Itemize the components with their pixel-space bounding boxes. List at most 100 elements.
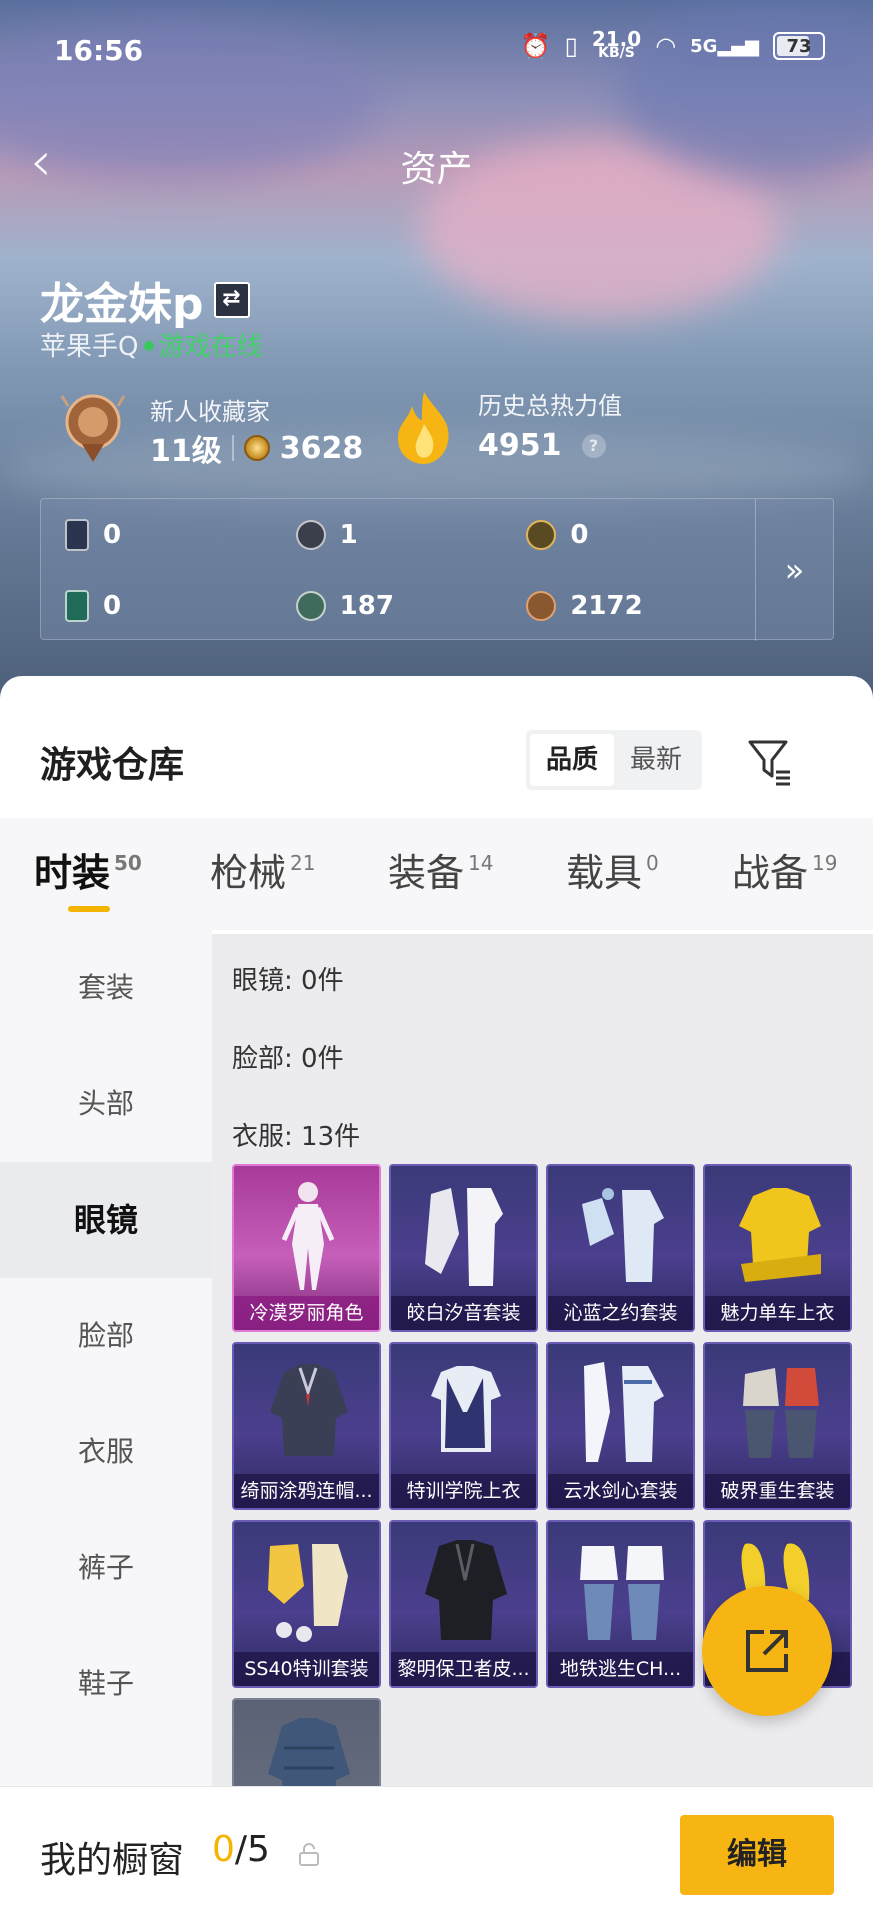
tab-underline bbox=[68, 906, 110, 912]
online-dot-icon bbox=[144, 341, 155, 351]
card-green-icon bbox=[65, 589, 89, 622]
currency-item: 0 bbox=[65, 499, 296, 570]
sort-newest-button[interactable]: 最新 bbox=[614, 734, 698, 786]
tab-vehicles[interactable]: 载具 0 bbox=[566, 842, 659, 897]
currency-value: 0 bbox=[570, 519, 589, 550]
vest-icon bbox=[431, 1366, 501, 1452]
silver-coin-icon bbox=[295, 519, 326, 550]
side-item-clothes[interactable]: 衣服 bbox=[0, 1394, 212, 1510]
outfit-icon bbox=[425, 1188, 503, 1286]
alarm-icon: ⏰ bbox=[520, 32, 551, 60]
currency-more-button[interactable]: » bbox=[755, 499, 833, 641]
sort-toggle: 品质 最新 bbox=[526, 730, 702, 790]
outfit-icon bbox=[582, 1188, 664, 1282]
outfit-icon bbox=[743, 1368, 819, 1458]
outfit-icon bbox=[268, 1544, 348, 1642]
tab-fashion[interactable]: 时装 50 bbox=[34, 842, 142, 897]
platform-label: 苹果手Q bbox=[40, 332, 139, 362]
side-item-pants[interactable]: 裤子 bbox=[0, 1510, 212, 1626]
currency-value: 0 bbox=[103, 590, 122, 621]
currency-item: 0 bbox=[65, 570, 296, 641]
net-speed: 21.0 KB/S bbox=[591, 27, 642, 61]
shirt-icon bbox=[739, 1188, 821, 1282]
tab-equipment[interactable]: 装备 14 bbox=[388, 842, 493, 897]
item-name: 绮丽涂鸦连帽... bbox=[234, 1474, 379, 1508]
status-bar: 16:56 ⏰ ▯ 21.0 KB/S ◠ 5G▂▄▆ 73 bbox=[0, 27, 873, 74]
item-card[interactable]: 绮丽涂鸦连帽... bbox=[232, 1342, 381, 1510]
item-name: 冷漠罗丽角色 bbox=[234, 1296, 379, 1330]
user-platform-status: 苹果手Q 游戏在线 bbox=[40, 326, 262, 363]
currency-item: 1 bbox=[295, 499, 527, 570]
item-name: 魅力单车上衣 bbox=[705, 1296, 850, 1330]
item-name: 破界重生套装 bbox=[705, 1474, 850, 1508]
currency-value: 2172 bbox=[570, 590, 643, 621]
outfit-icon bbox=[584, 1362, 664, 1462]
section-face: 脸部: 0件 bbox=[232, 1044, 344, 1074]
collector-medal-icon bbox=[60, 394, 126, 462]
gold-badge-icon bbox=[526, 519, 557, 550]
warehouse-title: 游戏仓库 bbox=[40, 745, 185, 786]
item-card[interactable]: 黎明保卫者皮... bbox=[389, 1520, 538, 1688]
item-card[interactable]: 冷漠罗丽角色 bbox=[232, 1164, 381, 1332]
currency-item: 187 bbox=[295, 570, 527, 641]
outfit-icon bbox=[580, 1546, 664, 1640]
item-card[interactable]: 地铁逃生CH... bbox=[546, 1520, 695, 1688]
share-button[interactable] bbox=[702, 1586, 832, 1716]
switch-account-icon[interactable]: ⇄ bbox=[213, 282, 250, 318]
item-card[interactable]: 沁蓝之约套装 bbox=[546, 1164, 695, 1332]
jacket-icon bbox=[425, 1540, 507, 1640]
currency-value: 187 bbox=[339, 590, 394, 621]
side-item-suit[interactable]: 套装 bbox=[0, 930, 212, 1046]
item-name: 皎白汐音套装 bbox=[391, 1296, 536, 1330]
collector-points: 3628 bbox=[279, 430, 364, 466]
section-clothes: 衣服: 13件 bbox=[232, 1122, 361, 1152]
card-dark-icon bbox=[65, 518, 89, 551]
hoodie-icon bbox=[270, 1364, 348, 1456]
category-tabs: 时装 50 枪械 21 装备 14 载具 0 战备 19 bbox=[0, 818, 873, 930]
item-name: 地铁逃生CH... bbox=[548, 1652, 693, 1686]
edit-button[interactable]: 编辑 bbox=[680, 1815, 834, 1895]
lock-icon bbox=[299, 1843, 319, 1866]
item-card[interactable]: 破界重生套装 bbox=[703, 1342, 852, 1510]
currency-panel: 0 1 0 0 187 2172 » bbox=[40, 498, 834, 641]
signal-icon: 5G▂▄▆ bbox=[690, 35, 759, 57]
item-name: 特训学院上衣 bbox=[391, 1474, 536, 1508]
item-name: 沁蓝之约套装 bbox=[548, 1296, 693, 1330]
help-icon[interactable]: ? bbox=[581, 433, 606, 458]
share-icon bbox=[746, 1630, 788, 1672]
tab-guns[interactable]: 枪械 21 bbox=[210, 842, 315, 897]
side-item-shoes[interactable]: 鞋子 bbox=[0, 1626, 212, 1742]
heat-value: 4951 bbox=[478, 428, 562, 463]
side-item-face[interactable]: 脸部 bbox=[0, 1278, 212, 1394]
item-card[interactable]: 皎白汐音套装 bbox=[389, 1164, 538, 1332]
bronze-coin-icon bbox=[526, 590, 557, 621]
battery-icon: 73 bbox=[773, 32, 825, 60]
status-time: 16:56 bbox=[54, 34, 144, 67]
item-card[interactable]: 特训学院上衣 bbox=[389, 1342, 538, 1510]
section-glasses: 眼镜: 0件 bbox=[232, 966, 344, 996]
item-card[interactable]: 云水剑心套装 bbox=[546, 1342, 695, 1510]
collector-level: 11级 bbox=[150, 434, 222, 469]
item-card[interactable]: 魅力单车上衣 bbox=[703, 1164, 852, 1332]
currency-item: 0 bbox=[526, 499, 757, 570]
side-item-glasses[interactable]: 眼镜 bbox=[0, 1162, 212, 1278]
side-item-head[interactable]: 头部 bbox=[0, 1046, 212, 1162]
side-menu: 套装 头部 眼镜 脸部 衣服 裤子 鞋子 bbox=[0, 930, 212, 1830]
collector-title: 新人收藏家 bbox=[150, 398, 270, 426]
currency-value: 1 bbox=[339, 519, 358, 550]
heat-value-row: 4951 ? bbox=[478, 428, 606, 463]
character-icon bbox=[281, 1182, 335, 1290]
sort-quality-button[interactable]: 品质 bbox=[530, 734, 614, 786]
tab-supplies[interactable]: 战备 19 bbox=[732, 842, 837, 897]
collector-stats: 11级 3628 bbox=[150, 426, 363, 470]
profile-hero: 16:56 ⏰ ▯ 21.0 KB/S ◠ 5G▂▄▆ 73 ‹ 资产 龙金妹p … bbox=[0, 0, 873, 720]
item-card[interactable]: SS40特训套装 bbox=[232, 1520, 381, 1688]
green-coin-icon bbox=[295, 590, 326, 621]
heat-title: 历史总热力值 bbox=[478, 392, 622, 420]
vibrate-icon: ▯ bbox=[564, 32, 578, 60]
currency-item: 2172 bbox=[526, 570, 757, 641]
filter-icon[interactable] bbox=[746, 736, 794, 786]
user-name: 龙金妹p ⇄ bbox=[40, 268, 250, 332]
warehouse-sheet: 游戏仓库 品质 最新 时装 50 枪械 21 装备 14 载具 0 战备 19 套装 头部… bbox=[0, 676, 873, 1920]
points-coin-icon bbox=[243, 435, 270, 461]
